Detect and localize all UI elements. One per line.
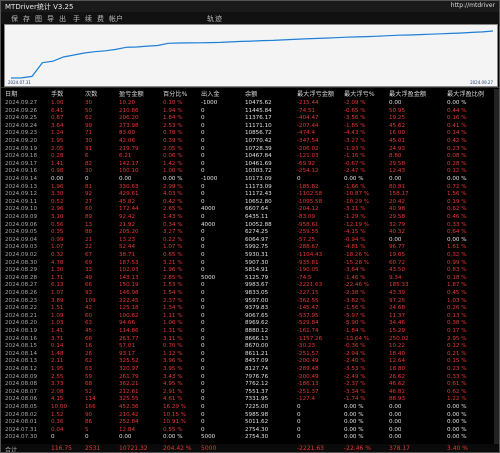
balance-chart: 2024.07.31 2024.09.27: [4, 24, 498, 87]
column-header[interactable]: 最大浮亏%: [344, 89, 375, 98]
table-cell: 0.00 %: [163, 434, 183, 441]
column-header[interactable]: 最大浮亏金额: [297, 89, 334, 98]
menu-item[interactable]: 存: [23, 14, 30, 24]
total-row: 合计 116.75 2531 10721.32 204.42 % 5000 -2…: [1, 444, 499, 453]
table-cell: 0: [297, 434, 301, 441]
column-header[interactable]: 手数: [51, 89, 63, 98]
menu-item[interactable]: 出: [59, 14, 66, 24]
balance-line: [10, 30, 494, 79]
menu-item[interactable]: 图: [35, 14, 42, 24]
total-count: 2531: [85, 445, 101, 452]
chart-end-date: 2024.09.27: [470, 80, 493, 85]
column-header[interactable]: 盈亏金额: [119, 89, 144, 98]
menu-item[interactable]: 迹: [215, 14, 222, 24]
column-header[interactable]: 百分比%: [163, 89, 187, 98]
column-header[interactable]: 最大浮盈比例: [447, 89, 484, 98]
table-cell: 2754.30: [245, 434, 269, 441]
column-header[interactable]: 出入金: [201, 89, 220, 98]
total-max-loss-pct: -22.46 %: [344, 445, 371, 452]
total-max-loss: -2221.63: [297, 445, 324, 452]
table-cell: 0.00 %: [344, 434, 364, 441]
menu-item[interactable]: 保: [11, 14, 18, 24]
table-cell: 5000: [201, 434, 216, 441]
total-profit: 10721.32: [119, 445, 148, 452]
window-title: MTDriver统计 V3.25: [5, 3, 74, 11]
menu-bar: 保存图导出手续费帐户 轨迹: [1, 12, 499, 24]
total-max-gain: 378.17: [389, 445, 410, 452]
menu-item[interactable]: 轨: [207, 14, 214, 24]
table-cell: 2024.07.30: [5, 434, 38, 441]
table-cell: 0.00 %: [447, 434, 467, 441]
balance-chart-svg: [10, 30, 494, 79]
window-url[interactable]: http://mtdriver: [451, 2, 495, 9]
menu-item[interactable]: 费: [97, 14, 104, 24]
table-cell: 0: [51, 434, 55, 441]
scrollbar[interactable]: [494, 89, 499, 444]
table-header: 日期 手数 次数 盈亏金额 百分比% 出入金 余额 最大浮亏金额 最大浮亏% 最大浮盈金额 最大浮盈…: [1, 89, 499, 99]
divider: [1, 87, 499, 88]
menu-item[interactable]: 导: [47, 14, 54, 24]
chart-start-date: 2024.07.31: [8, 80, 31, 85]
column-header[interactable]: 余额: [245, 89, 257, 98]
column-header[interactable]: 最大浮盈金额: [389, 89, 426, 98]
total-max-gain-pct: 3.40 %: [447, 445, 468, 452]
app-window: MTDriver统计 V3.25 http://mtdriver 保存图导出手续…: [0, 0, 500, 453]
total-lots: 116.75: [51, 445, 72, 452]
total-inout: 5000: [201, 445, 217, 452]
table-cell: 0: [85, 434, 89, 441]
column-header[interactable]: 日期: [5, 89, 17, 98]
menu-item[interactable]: 帐户: [109, 14, 123, 24]
title-bar: MTDriver统计 V3.25 http://mtdriver: [1, 1, 499, 12]
menu-item[interactable]: 续: [85, 14, 92, 24]
table-cell: 0.00: [389, 434, 402, 441]
total-percent: 204.42 %: [163, 445, 192, 452]
table-cell: 0.00: [119, 434, 132, 441]
table-row[interactable]: 2024.07.30 0 0 0.00 0.00 % 5000 2754.30 0 0.00 %…: [1, 433, 499, 441]
menu-item[interactable]: 手: [73, 14, 80, 24]
total-label: 合计: [5, 447, 18, 453]
column-header[interactable]: 次数: [85, 89, 97, 98]
